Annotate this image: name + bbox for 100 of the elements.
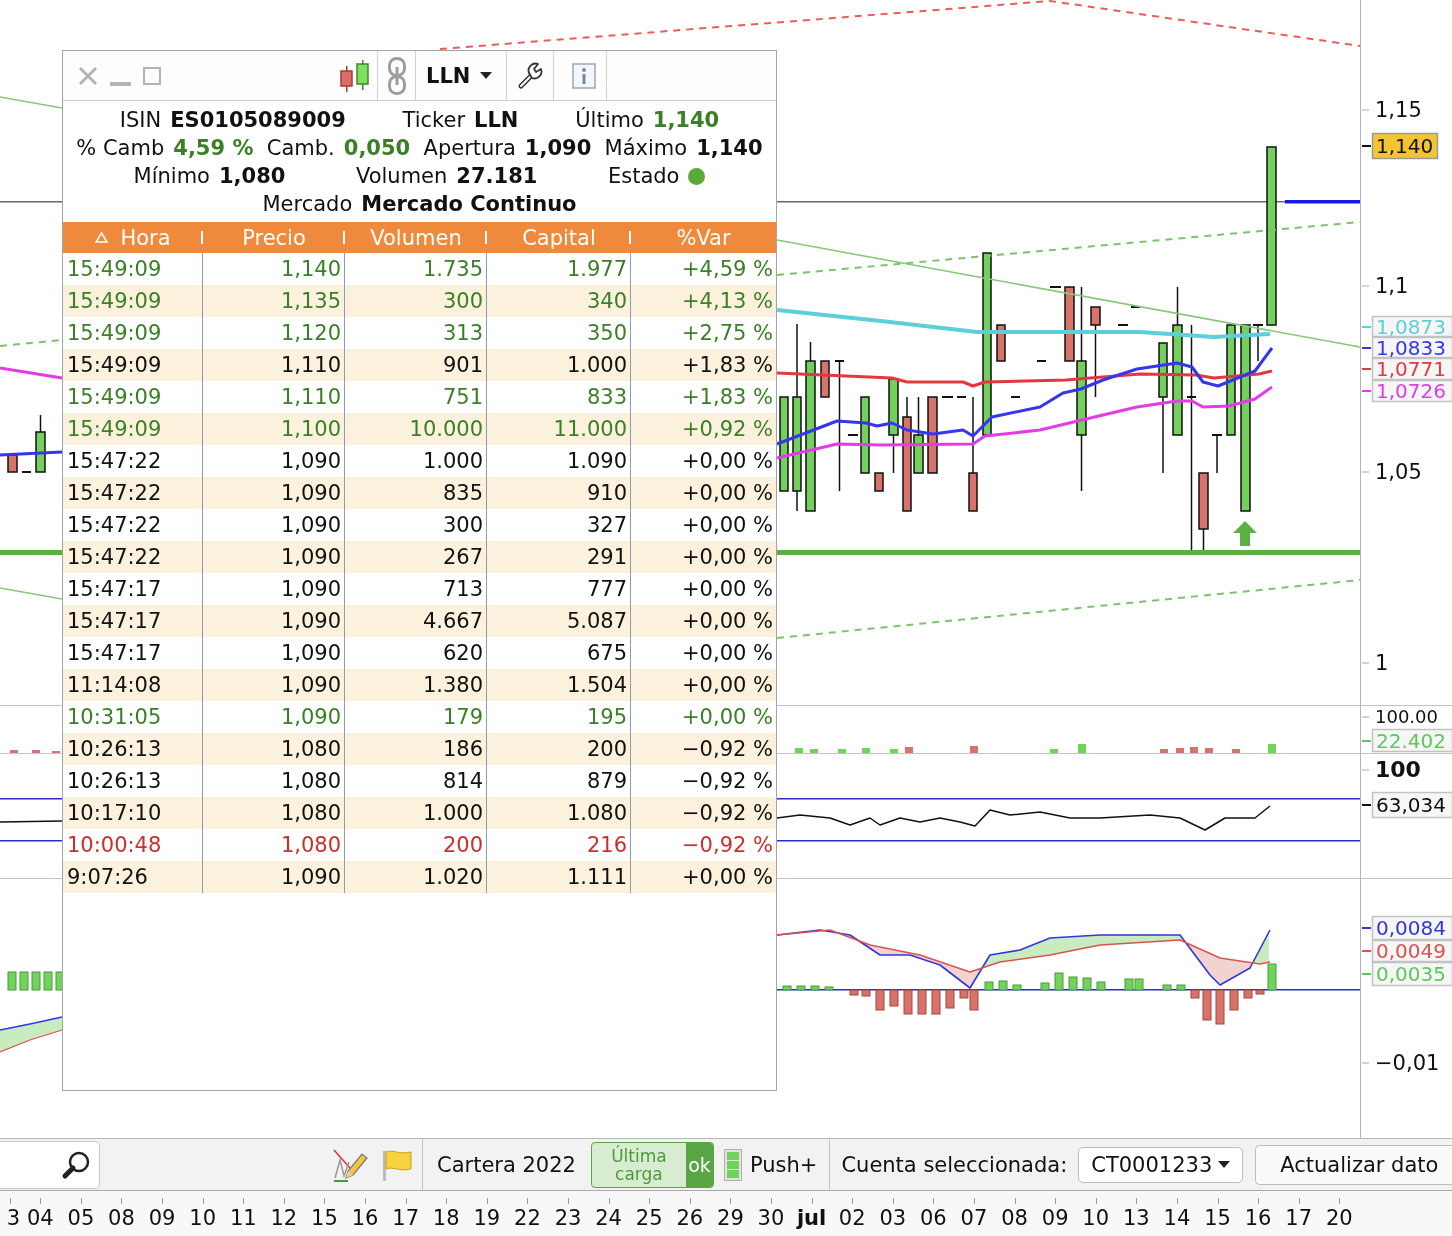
- field-value: LLN: [474, 108, 519, 132]
- last-load-button[interactable]: Última carga ok: [590, 1141, 714, 1188]
- date-label: 26: [676, 1205, 704, 1230]
- candlestick: [1050, 286, 1061, 288]
- table-cell: 1,090: [203, 861, 345, 893]
- candlestick: [1131, 306, 1140, 308]
- candlestick: [22, 471, 31, 473]
- histogram-bar: [43, 971, 53, 991]
- maximize-icon[interactable]: [143, 66, 161, 85]
- table-cell-text: +0,00 %: [681, 672, 774, 699]
- column-header[interactable]: Hora: [63, 222, 203, 253]
- up-arrow-marker: [1233, 521, 1257, 546]
- table-cell-text: +4,13 %: [681, 288, 774, 315]
- axis-label: 100: [1375, 757, 1421, 782]
- caret-icon: [1218, 1161, 1231, 1168]
- histogram-bar: [917, 989, 927, 1015]
- flag-icon[interactable]: [382, 1148, 412, 1181]
- date-label: 13: [1122, 1205, 1150, 1230]
- table-cell: 1.111: [487, 861, 631, 893]
- value-tag: 1,140: [1371, 132, 1439, 160]
- table-cell-text: +0,00 %: [681, 512, 774, 539]
- value-tag: 0,0084: [1371, 915, 1452, 941]
- caret-icon: [480, 72, 493, 79]
- field-label: Estado: [607, 164, 680, 188]
- field-value: ES0105089009: [170, 108, 346, 132]
- table-cell-text: +2,75 %: [681, 320, 774, 347]
- histogram-bar: [931, 989, 941, 1015]
- signal-line: [0, 1029, 63, 1053]
- date-label: 11: [229, 1205, 257, 1230]
- table-cell-text: −0,92 %: [681, 832, 774, 859]
- pencil-icon[interactable]: [332, 1147, 368, 1182]
- minimize-icon[interactable]: [110, 81, 131, 86]
- band-line: [0, 840, 62, 842]
- candlestick: [1011, 396, 1020, 398]
- histogram-bar: [1243, 989, 1253, 999]
- column-header[interactable]: Capital: [487, 222, 631, 253]
- volume-bar: [32, 750, 40, 753]
- volume-bar: [795, 748, 803, 753]
- column-header[interactable]: Precio: [203, 222, 345, 253]
- field-value: 0,050: [343, 136, 411, 160]
- volume-bar: [1176, 748, 1184, 753]
- table-cell-text: +0,00 %: [681, 544, 774, 571]
- symbol-dropdown[interactable]: LLN: [426, 63, 493, 88]
- field-value: 1,080: [218, 164, 286, 188]
- date-label: 08: [108, 1205, 135, 1230]
- value-tag: 63,034: [1371, 791, 1452, 819]
- push-label[interactable]: Push+: [749, 1152, 818, 1177]
- date-label: 03: [879, 1205, 907, 1230]
- volume-bar: [1190, 747, 1198, 753]
- candlestick: [7, 454, 18, 473]
- histogram-bar: [998, 980, 1008, 991]
- column-header[interactable]: %Var: [631, 222, 776, 253]
- histogram-bar: [1040, 982, 1050, 991]
- histogram-bar: [810, 985, 820, 991]
- info-icon[interactable]: [572, 62, 597, 89]
- table-cell: 9:07:26: [63, 861, 203, 893]
- table-cell-text: +0,00 %: [681, 640, 774, 667]
- date-label: 09: [148, 1205, 176, 1230]
- sort-icon[interactable]: [95, 232, 109, 243]
- candlestick-icon[interactable]: [340, 59, 370, 92]
- histogram-bar: [796, 985, 806, 991]
- histogram-bar: [1124, 978, 1134, 991]
- level-meter-icon: [723, 1148, 742, 1181]
- field-value: 27.181: [456, 164, 538, 188]
- date-label: 12: [270, 1205, 298, 1230]
- portfolio-label[interactable]: Cartera 2022: [425, 1152, 588, 1177]
- date-label: 25: [635, 1205, 663, 1230]
- macd-fill-area: [1187, 943, 1251, 985]
- candlestick: [1212, 434, 1222, 473]
- date-label: 05: [67, 1205, 95, 1230]
- histogram-bar: [782, 985, 792, 991]
- date-label: 18: [432, 1205, 460, 1230]
- link-icon[interactable]: [388, 56, 406, 95]
- candlestick: [820, 360, 830, 398]
- table-cell-text: +0,00 %: [681, 448, 774, 475]
- histogram-bar: [1190, 989, 1200, 999]
- account-dropdown[interactable]: CT0001233: [1078, 1146, 1244, 1183]
- date-label: 29: [717, 1205, 744, 1230]
- value-tag: 22.402: [1371, 728, 1452, 753]
- field-value: 1,090: [524, 136, 592, 160]
- field-value: 4,59 %: [173, 136, 254, 160]
- column-header[interactable]: Volumen: [345, 222, 487, 253]
- volume-bar: [1268, 744, 1276, 753]
- candlestick: [1253, 324, 1263, 361]
- table-cell-text: +0,00 %: [681, 864, 774, 891]
- rsi-line: [0, 820, 63, 823]
- date-label: 09: [1041, 1205, 1069, 1230]
- moving-average-line: [0, 366, 63, 380]
- search-field[interactable]: [0, 1140, 100, 1189]
- date-label: 16: [1244, 1205, 1272, 1230]
- field-value: 1,140: [652, 108, 720, 132]
- update-button[interactable]: Actualizar dato: [1255, 1144, 1452, 1185]
- histogram-bar: [1134, 978, 1144, 991]
- date-label: 17: [392, 1205, 419, 1230]
- search-icon[interactable]: [61, 1149, 91, 1180]
- close-icon[interactable]: [78, 65, 98, 86]
- axis-label: 100.00: [1375, 706, 1438, 727]
- macd-fill-area: [0, 1017, 62, 1052]
- histogram-bar: [889, 989, 899, 1007]
- histogram-bar: [945, 989, 955, 1009]
